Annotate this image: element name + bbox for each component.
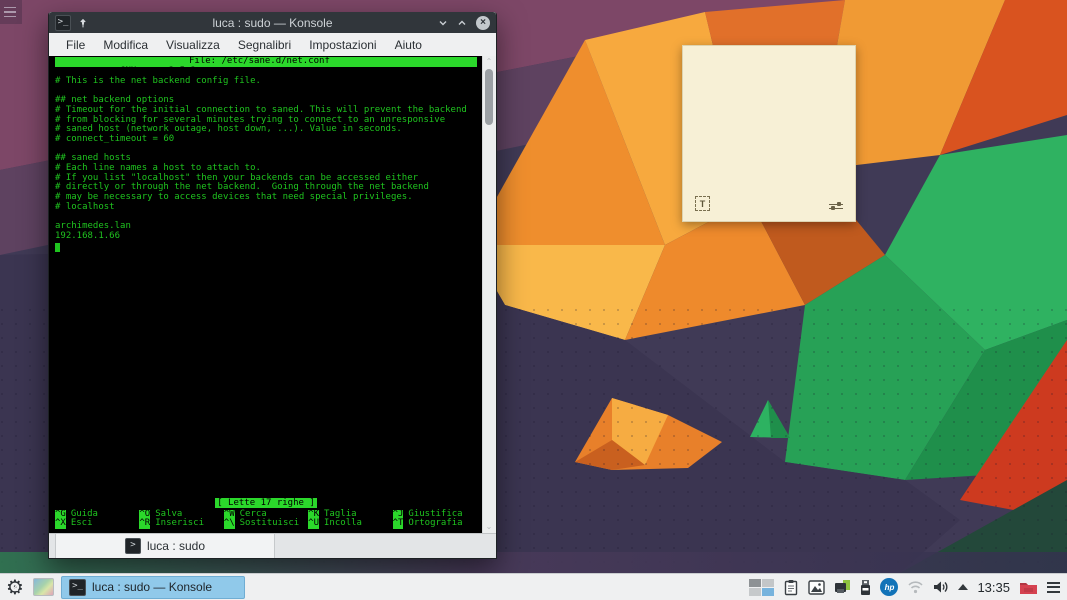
panel-menu-icon[interactable] — [1047, 581, 1060, 593]
menu-bar: File Modifica Visualizza Segnalibri Impostaz… — [49, 33, 496, 56]
close-icon[interactable]: × — [476, 15, 490, 30]
menu-impostazioni[interactable]: Impostazioni — [300, 38, 385, 52]
volume-icon[interactable] — [933, 580, 949, 594]
nano-shortcut-guida: ^G Guida — [55, 508, 98, 520]
nano-shortcut-list: ^G Guida ^O Salva ^W Cerca ^K Taglia ^J Giustific… — [55, 508, 477, 529]
scroll-up-icon[interactable]: ⌃ — [485, 58, 493, 66]
maximize-icon[interactable] — [457, 18, 467, 28]
file-content: # This is the net backend config file. #… — [55, 75, 467, 241]
nano-shortcut-sostituisci: ^\ Sostituisci — [223, 518, 300, 529]
pin-icon[interactable] — [78, 18, 88, 28]
terminal-tab[interactable]: > luca : sudo — [55, 534, 275, 558]
nano-version: GNU nano 2.5.3 — [109, 65, 196, 76]
window-terminal-icon: >_ — [55, 14, 71, 31]
expand-tray-icon[interactable] — [958, 584, 969, 590]
tab-terminal-icon: > — [124, 538, 141, 554]
task-button-label: luca : sudo — Konsole — [92, 580, 213, 594]
nano-shortcut-incolla: ^U Incolla — [308, 518, 362, 529]
clipboard-icon[interactable] — [783, 579, 799, 596]
kde-k-letter: K — [12, 583, 19, 593]
minimize-icon[interactable] — [438, 18, 448, 28]
terminal-area[interactable]: GNU nano 2.5.3 File: /etc/sane.d/net.con… — [49, 56, 496, 533]
virtual-desktop-pager[interactable] — [749, 578, 775, 596]
task-terminal-icon: >_ — [69, 578, 86, 596]
terminal-cursor — [55, 242, 60, 252]
tab-bar: > luca : sudo — [49, 533, 496, 558]
menu-segnalibri[interactable]: Segnalibri — [229, 38, 300, 52]
nano-editor[interactable]: GNU nano 2.5.3 File: /etc/sane.d/net.con… — [49, 56, 482, 533]
nano-titlebar: GNU nano 2.5.3 File: /etc/sane.d/net.con… — [55, 56, 477, 76]
nano-status-message: [ Lette 17 righe ] — [215, 497, 317, 508]
image-viewer-icon[interactable] — [808, 579, 826, 595]
task-button-konsole[interactable]: >_ luca : sudo — Konsole — [61, 575, 245, 599]
nano-shortcut-esci: ^X Esci — [55, 518, 93, 529]
hp-device-manager-icon[interactable]: hp — [880, 578, 899, 596]
scroll-down-icon[interactable]: ⌄ — [485, 523, 493, 531]
wifi-icon[interactable] — [907, 580, 924, 594]
note-settings-icon[interactable] — [829, 201, 843, 211]
desktop-toolbox-button[interactable] — [0, 0, 22, 24]
tab-label: luca : sudo — [146, 539, 206, 553]
system-tray: hp 13:35 — [749, 578, 1067, 596]
taskbar: ⚙ K >_ luca : sudo — Konsole hp 13:35 — [0, 573, 1067, 600]
desktop: T >_ luca : sudo — Konsole × File Modifi… — [0, 0, 1067, 573]
usb-device-icon[interactable] — [860, 579, 871, 596]
sticky-note-widget[interactable]: T — [682, 45, 856, 222]
nano-shortcut-ortografia: ^T Ortografia — [392, 518, 463, 529]
titlebar[interactable]: >_ luca : sudo — Konsole × — [49, 12, 496, 33]
red-folder-icon[interactable] — [1019, 580, 1038, 595]
menu-visualizza[interactable]: Visualizza — [157, 38, 229, 52]
menu-file[interactable]: File — [57, 38, 94, 52]
window-title: luca : sudo — Konsole — [212, 15, 333, 30]
clock[interactable]: 13:35 — [977, 580, 1010, 595]
menu-aiuto[interactable]: Aiuto — [386, 38, 431, 52]
terminal-scrollbar[interactable]: ⌃ ⌄ — [482, 56, 496, 533]
nano-shortcut-inserisci: ^R Inserisci — [139, 518, 205, 529]
scrollbar-thumb[interactable] — [485, 69, 493, 125]
app-launcher-button[interactable]: ⚙ K — [3, 575, 27, 599]
printer-icon[interactable] — [834, 579, 851, 595]
format-text-icon[interactable]: T — [695, 196, 710, 211]
nano-filename: File: /etc/sane.d/net.conf — [189, 56, 330, 66]
konsole-window: >_ luca : sudo — Konsole × File Modifica V… — [48, 12, 497, 559]
show-desktop-button[interactable] — [33, 578, 54, 596]
nano-footer: [ Lette 17 righe ] ^G Guida ^O Salva ^W Cerca… — [55, 497, 482, 529]
menu-modifica[interactable]: Modifica — [94, 38, 157, 52]
